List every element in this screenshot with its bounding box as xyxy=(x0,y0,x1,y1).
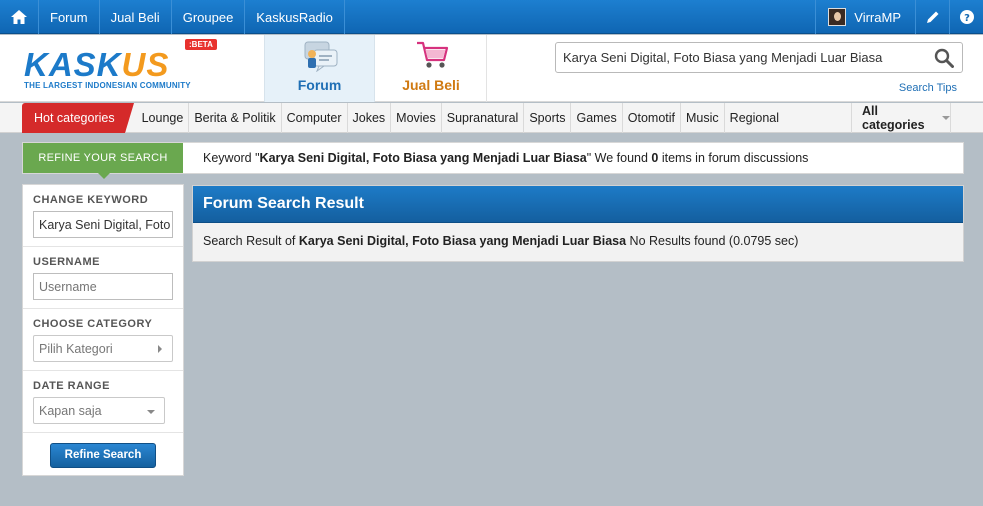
kaskus-logo[interactable]: KASKUS THE LARGEST INDONESIAN COMMUNITY … xyxy=(24,39,217,90)
category-select-value: Pilih Kategori xyxy=(39,341,113,356)
forum-chat-icon xyxy=(304,41,338,72)
tab-jual-beli-label: Jual Beli xyxy=(402,77,460,93)
category-heading: CHOOSE CATEGORY xyxy=(33,318,153,330)
username-section: USERNAME xyxy=(23,247,183,309)
category-otomotif[interactable]: Otomotif xyxy=(623,103,682,133)
category-regional[interactable]: Regional xyxy=(725,103,784,133)
user-menu[interactable]: VirraMP xyxy=(815,0,915,34)
category-berita-politik[interactable]: Berita & Politik xyxy=(189,103,282,133)
category-movies[interactable]: Movies xyxy=(391,103,442,133)
refine-search-button[interactable]: Refine Search xyxy=(50,443,156,468)
forum-search-result: Forum Search Result Search Result of Kar… xyxy=(192,185,964,262)
site-header: KASKUS THE LARGEST INDONESIAN COMMUNITY … xyxy=(0,35,983,102)
home-button[interactable] xyxy=(0,0,39,34)
category-sports[interactable]: Sports xyxy=(524,103,572,133)
date-range-section: DATE RANGE Kapan saja xyxy=(23,371,183,433)
username-heading: USERNAME xyxy=(33,256,100,268)
nav-jual-beli[interactable]: Jual Beli xyxy=(100,0,172,34)
chevron-right-icon xyxy=(158,345,162,353)
all-categories-label: All categories xyxy=(862,104,925,132)
logo-tagline: THE LARGEST INDONESIAN COMMUNITY xyxy=(24,81,191,90)
username-input[interactable] xyxy=(33,273,173,300)
category-games[interactable]: Games xyxy=(571,103,623,133)
result-keyword: Karya Seni Digital, Foto Biasa yang Menj… xyxy=(298,234,627,248)
keyword-input[interactable] xyxy=(33,211,173,238)
home-icon xyxy=(11,10,27,24)
top-right: VirraMP ? xyxy=(815,0,983,34)
avatar xyxy=(828,8,847,26)
summary-keyword: Karya Seni Digital, Foto Biasa yang Menj… xyxy=(259,151,587,165)
nav-kaskus-radio[interactable]: KaskusRadio xyxy=(245,0,345,34)
username: VirraMP xyxy=(854,9,901,25)
date-range-heading: DATE RANGE xyxy=(33,380,110,392)
nav-forum[interactable]: Forum xyxy=(39,0,100,34)
refine-panel: CHANGE KEYWORD USERNAME CHOOSE CATEGORY … xyxy=(22,184,184,476)
shopping-cart-icon xyxy=(417,41,449,68)
tab-forum-label: Forum xyxy=(297,77,342,93)
search-box xyxy=(555,42,963,73)
change-keyword-heading: CHANGE KEYWORD xyxy=(33,194,149,206)
svg-text:?: ? xyxy=(964,13,970,24)
search-summary: Keyword "Karya Seni Digital, Foto Biasa … xyxy=(203,151,809,165)
help-button[interactable]: ? xyxy=(949,0,983,34)
date-range-select[interactable]: Kapan saja xyxy=(33,397,165,424)
category-supranatural[interactable]: Supranatural xyxy=(442,103,525,133)
category-bar: Hot categories Lounge Berita & Politik C… xyxy=(0,103,983,133)
category-select[interactable]: Pilih Kategori xyxy=(33,335,173,362)
help-icon: ? xyxy=(959,10,974,24)
top-navbar: Forum Jual Beli Groupee KaskusRadio Virr… xyxy=(0,0,983,34)
logo-text-blue: KASK xyxy=(24,46,122,83)
category-lounge[interactable]: Lounge xyxy=(126,103,190,133)
edit-button[interactable] xyxy=(915,0,949,34)
category-section: CHOOSE CATEGORY Pilih Kategori xyxy=(23,309,183,371)
date-range-value: Kapan saja xyxy=(39,403,102,418)
search-tips-link[interactable]: Search Tips xyxy=(899,82,957,94)
category-music[interactable]: Music xyxy=(681,103,725,133)
category-list: Hot categories Lounge Berita & Politik C… xyxy=(22,103,784,133)
category-computer[interactable]: Computer xyxy=(282,103,348,133)
caret-down-icon xyxy=(942,116,950,120)
refine-bar: REFINE YOUR SEARCH Keyword "Karya Seni D… xyxy=(22,142,964,179)
refine-your-search-label: REFINE YOUR SEARCH xyxy=(23,143,183,179)
change-keyword-section: CHANGE KEYWORD xyxy=(23,185,183,247)
nav-groupee[interactable]: Groupee xyxy=(172,0,246,34)
search-icon xyxy=(934,48,954,68)
pencil-icon xyxy=(926,11,938,23)
tab-forum[interactable]: Forum xyxy=(264,35,375,102)
tab-jual-beli[interactable]: Jual Beli xyxy=(376,35,487,102)
search-button[interactable] xyxy=(934,48,954,71)
chevron-down-icon xyxy=(147,410,155,414)
search-input[interactable] xyxy=(556,43,916,72)
all-categories-dropdown[interactable]: All categories xyxy=(851,103,951,133)
beta-badge: :BETA xyxy=(185,39,217,50)
logo-text-orange: US xyxy=(121,46,170,83)
result-title: Forum Search Result xyxy=(193,186,963,223)
result-status: No Results found (0.0795 sec) xyxy=(626,234,799,248)
category-jokes[interactable]: Jokes xyxy=(348,103,392,133)
hot-categories[interactable]: Hot categories xyxy=(22,103,134,133)
result-message: Search Result of Karya Seni Digital, Fot… xyxy=(203,234,799,248)
